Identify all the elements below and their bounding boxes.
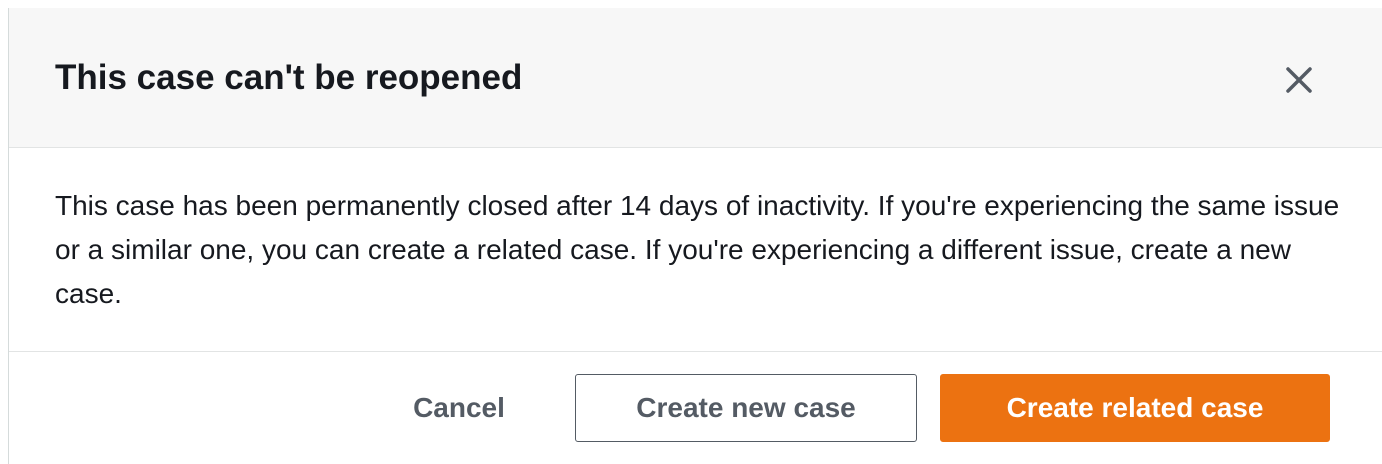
modal-title: This case can't be reopened [55,58,523,97]
close-icon [1277,58,1321,102]
cancel-button[interactable]: Cancel [369,374,549,442]
create-new-case-button[interactable]: Create new case [575,374,917,442]
modal-header: This case can't be reopened [9,8,1382,148]
modal-dialog: This case can't be reopened This case ha… [8,8,1382,464]
close-button[interactable] [1277,58,1321,102]
create-related-case-button[interactable]: Create related case [940,374,1330,442]
modal-body-text: This case has been permanently closed af… [55,190,1340,309]
